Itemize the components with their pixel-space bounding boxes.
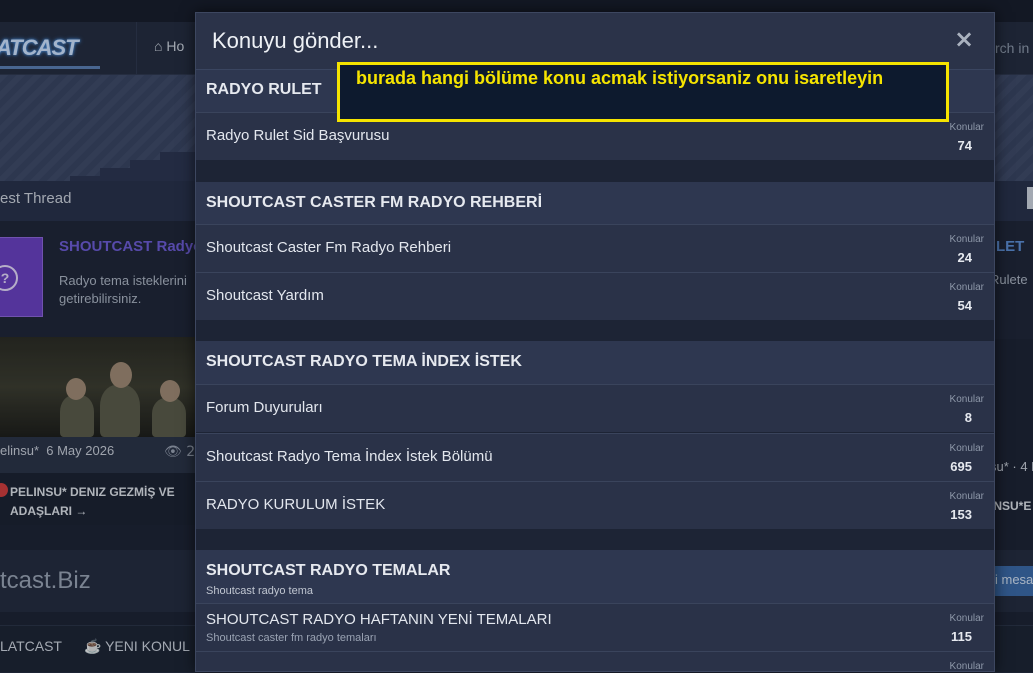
section-title: SHOUTCAST RADYO TEMALAR [206, 562, 451, 579]
node-stat-label: Konular [949, 234, 984, 245]
node-stat-label: Konular [949, 443, 984, 454]
section-header: SHOUTCAST RADYO TEMALAR Shoutcast radyo … [196, 550, 994, 603]
node-description: Shoutcast caster fm radyo temaları [206, 632, 377, 644]
node-stat-value: 74 [957, 138, 972, 153]
node-stat-label: Konular [949, 282, 984, 293]
section-header: SHOUTCAST RADYO TEMA İNDEX İSTEK [196, 341, 994, 384]
node-stat-value: 8 [964, 410, 972, 425]
node-title: Forum Duyuruları [206, 399, 323, 416]
forum-node[interactable]: Shoutcast Caster Fm Radyo Rehberi Konula… [196, 224, 994, 272]
forum-node[interactable]: RADYO KURULUM İSTEK Konular 153 [196, 481, 994, 529]
section-gap [196, 320, 994, 341]
node-title: RADYO KURULUM İSTEK [206, 496, 386, 513]
node-stat-value: 153 [950, 507, 972, 522]
node-stat-value: 695 [950, 459, 972, 474]
node-stat-value: 54 [957, 298, 972, 313]
node-stat-label: Konular [949, 613, 984, 624]
forum-node[interactable]: Shoutcast Yardım Konular 54 [196, 272, 994, 320]
forum-node[interactable]: Konular [196, 651, 994, 672]
section-gap [196, 160, 994, 182]
node-title: SHOUTCAST RADYO HAFTANIN YENİ TEMALARI [206, 611, 552, 628]
section-title: SHOUTCAST RADYO TEMA İNDEX İSTEK [206, 353, 522, 370]
section-title: SHOUTCAST CASTER FM RADYO REHBERİ [206, 194, 543, 211]
close-icon[interactable]: × [952, 25, 976, 53]
node-stat-value: 115 [951, 629, 972, 644]
node-title: Radyo Rulet Sid Başvurusu [206, 127, 390, 144]
node-stat-label: Konular [949, 122, 984, 133]
node-stat-label: Konular [949, 394, 984, 405]
node-stat-label: Konular [949, 661, 984, 672]
annotation-text: burada hangi bölüme konu acmak istiyorsa… [356, 68, 884, 88]
forum-node[interactable]: Forum Duyuruları Konular 8 [196, 384, 994, 432]
modal-title: Konuyu gönder... [212, 28, 379, 53]
node-stat-label: Konular [949, 491, 984, 502]
node-title: Shoutcast Caster Fm Radyo Rehberi [206, 239, 452, 256]
section-header: SHOUTCAST CASTER FM RADYO REHBERİ [196, 182, 994, 224]
section-gap [196, 529, 994, 550]
node-title: Shoutcast Radyo Tema İndex İstek Bölümü [206, 448, 493, 465]
forum-node[interactable]: Shoutcast Radyo Tema İndex İstek Bölümü … [196, 433, 994, 481]
node-title: Shoutcast Yardım [206, 287, 324, 304]
node-stat-value: 24 [957, 250, 972, 265]
section-subtitle: Shoutcast radyo tema [206, 585, 314, 597]
forum-node[interactable]: SHOUTCAST RADYO HAFTANIN YENİ TEMALARI S… [196, 603, 994, 651]
section-title: RADYO RULET [206, 81, 322, 98]
